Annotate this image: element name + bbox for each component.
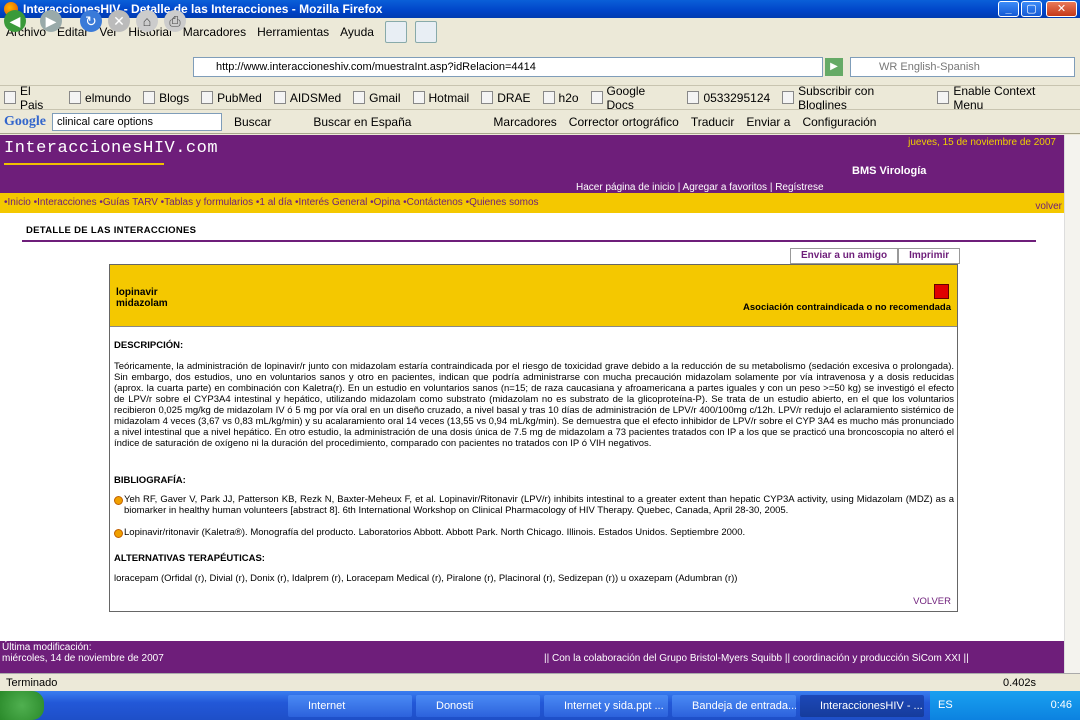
home-icon[interactable]: ⌂ [136, 10, 158, 32]
bibliography-heading: BIBLIOGRAFÍA: [114, 475, 186, 486]
google-settings-button[interactable]: Configuración [802, 115, 876, 129]
send-to-friend-button[interactable]: Enviar a un amigo [790, 248, 899, 264]
windows-taskbar: Internet Donosti Internet y sida.ppt ...… [0, 691, 1080, 720]
description-text: Teóricamente, la administración de lopin… [114, 361, 954, 449]
bibliography-item: Lopinavir/ritonavir (Kaletra®). Monograf… [114, 527, 954, 538]
interaction-card: lopinavir midazolam Asociación contraind… [109, 264, 958, 612]
bookmarks-toolbar: El Pais elmundo Blogs PubMed AIDSMed Gma… [0, 84, 1080, 112]
google-marcadores-button[interactable]: Marcadores [493, 115, 556, 129]
taskbar-item-donosti[interactable]: Donosti [416, 694, 540, 717]
print-button[interactable]: Imprimir [898, 248, 961, 264]
bookmark-gmail[interactable]: Gmail [353, 91, 401, 105]
bookmark-blogs[interactable]: Blogs [143, 91, 189, 105]
google-translate-button[interactable]: Traducir [691, 115, 735, 129]
volver-link[interactable]: VOLVER [913, 596, 951, 607]
page-title: DETALLE DE LAS INTERACCIONES [26, 225, 197, 236]
system-tray: ES 0:46 [930, 691, 1080, 720]
volver-top-link[interactable]: volver [1035, 201, 1062, 212]
drug-2: midazolam [116, 298, 168, 309]
vertical-scrollbar[interactable] [1064, 135, 1080, 673]
sponsor-logo[interactable]: BMS Virología [852, 165, 926, 177]
bookmark-drae[interactable]: DRAE [481, 91, 531, 105]
google-logo[interactable]: Google [4, 114, 46, 130]
print-icon[interactable]: ⎙ [164, 10, 186, 32]
site-nav[interactable]: •Inicio •Interacciones •Guías TARV •Tabl… [0, 193, 1064, 213]
taskbar-item-firefox[interactable]: InteraccionesHIV - ... [800, 694, 924, 717]
bookmark-aidsmed[interactable]: AIDSMed [273, 91, 341, 105]
bookmark-phone[interactable]: 0533295124 [687, 91, 770, 105]
new-tab-icon[interactable] [384, 21, 407, 43]
menu-marcadores[interactable]: Marcadores [183, 25, 246, 39]
alternatives-heading: ALTERNATIVAS TERAPÉUTICAS: [114, 553, 265, 564]
last-modified-date: miércoles, 14 de noviembre de 2007 [2, 653, 164, 664]
stop-icon[interactable]: ✕ [108, 10, 130, 32]
menu-herramientas[interactable]: Herramientas [257, 25, 329, 39]
action-buttons: Enviar a un amigo Imprimir [790, 248, 961, 264]
last-modified: Última modificación: miércoles, 14 de no… [2, 642, 164, 664]
footer-credits: || Con la colaboración del Grupo Bristol… [544, 653, 969, 664]
reload-icon[interactable]: ↻ [80, 10, 102, 32]
last-modified-label: Última modificación: [2, 642, 92, 653]
maximize-button[interactable]: ▢ [1021, 1, 1042, 17]
site-header: InteraccionesHIV.com jueves, 15 de novie… [0, 135, 1064, 193]
site-logo[interactable]: InteraccionesHIV.com [4, 139, 218, 165]
bookmark-google-docs[interactable]: Google Docs [590, 84, 676, 112]
address-bar[interactable]: http://www.interaccioneshiv.com/muestraI… [193, 57, 823, 77]
alternatives-text: loracepam (Orfidal (r), Divial (r), Doni… [114, 573, 738, 584]
header-links[interactable]: Hacer página de inicio | Agregar a favor… [576, 182, 824, 193]
minimize-button[interactable]: _ [998, 1, 1019, 17]
google-buscar-espana-button[interactable]: Buscar en España [313, 115, 411, 129]
site-footer: Última modificación: miércoles, 14 de no… [0, 641, 1064, 673]
google-toolbar: Google clinical care options Buscar Busc… [0, 110, 1080, 134]
interaction-classification: Asociación contraindicada o no recomenda… [743, 302, 951, 313]
search-input[interactable]: WR English-Spanish [850, 57, 1075, 77]
bookmark-elmundo[interactable]: elmundo [69, 91, 131, 105]
contraindication-indicator [934, 284, 949, 299]
taskbar-item-internet[interactable]: Internet [288, 694, 412, 717]
bibliography-item: Yeh RF, Gaver V, Park JJ, Patterson KB, … [114, 494, 954, 516]
taskbar-item-ppt[interactable]: Internet y sida.ppt ... [544, 694, 668, 717]
bookmark-elpais[interactable]: El Pais [4, 84, 57, 112]
bookmark-hotmail[interactable]: Hotmail [412, 91, 469, 105]
drug-names: lopinavir midazolam [116, 287, 168, 309]
bookmark-bloglines[interactable]: Subscribir con Bloglines [782, 84, 925, 112]
google-send-button[interactable]: Enviar a [746, 115, 790, 129]
interaction-header: lopinavir midazolam Asociación contraind… [110, 265, 957, 327]
clock[interactable]: 0:46 [1051, 691, 1072, 720]
divider [22, 240, 1036, 242]
forward-icon[interactable]: ▶ [40, 10, 62, 32]
back-icon[interactable]: ◀ [4, 10, 26, 32]
drug-1: lopinavir [116, 287, 158, 298]
page-content: InteraccionesHIV.com jueves, 15 de novie… [0, 135, 1064, 673]
google-spellcheck-button[interactable]: Corrector ortográfico [569, 115, 679, 129]
start-button[interactable] [0, 691, 44, 720]
taskbar-item-inbox[interactable]: Bandeja de entrada... [672, 694, 796, 717]
menu-ayuda[interactable]: Ayuda [340, 25, 374, 39]
status-text: Terminado [6, 677, 58, 689]
add-bookmark-icon[interactable] [414, 21, 437, 43]
close-button[interactable]: ✕ [1046, 1, 1077, 17]
language-indicator[interactable]: ES [938, 699, 953, 711]
bookmark-context-menu[interactable]: Enable Context Menu [937, 84, 1068, 112]
site-date: jueves, 15 de noviembre de 2007 [908, 137, 1056, 148]
menu-bar: Archivo Editar Ver Historial Marcadores … [0, 18, 1080, 46]
window-title: InteraccionesHIV - Detalle de las Intera… [23, 2, 383, 16]
window-titlebar: InteraccionesHIV - Detalle de las Intera… [0, 0, 1080, 18]
load-time: 0.402s [1003, 677, 1037, 689]
bookmark-h2o[interactable]: h2o [542, 91, 579, 105]
google-search-input[interactable]: clinical care options [52, 112, 222, 131]
description-heading: DESCRIPCIÓN: [114, 340, 184, 351]
go-button[interactable]: ▶ [825, 58, 843, 76]
status-bar: Terminado 0.402s [0, 673, 1080, 691]
bookmark-pubmed[interactable]: PubMed [201, 91, 262, 105]
google-buscar-button[interactable]: Buscar [234, 115, 271, 129]
